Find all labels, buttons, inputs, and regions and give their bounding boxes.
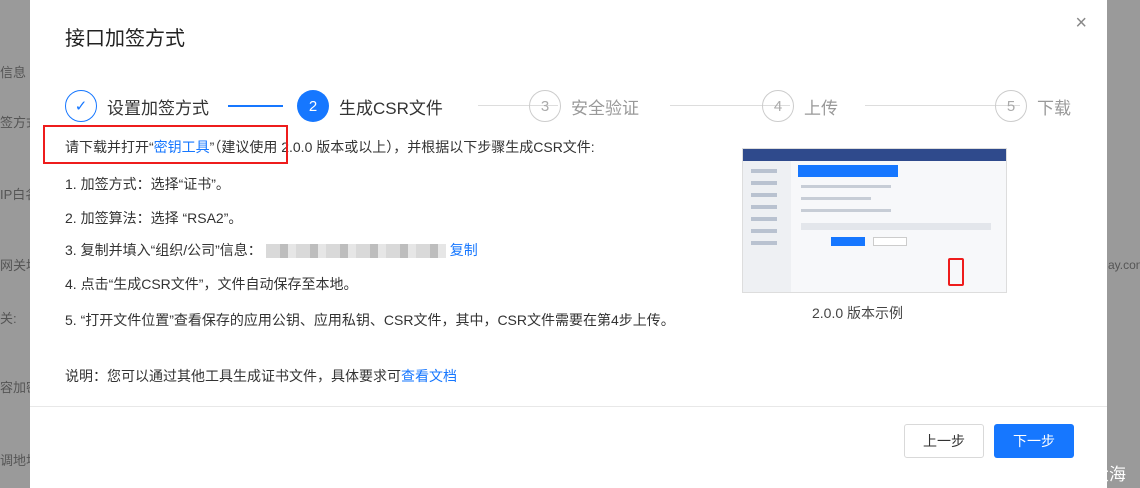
close-icon[interactable]: × [1075,12,1087,35]
step-label: 设置加签方式 [107,98,209,118]
instruction-1: 1. 加签方式：选择“证书”。 [65,176,230,192]
highlight-box [948,258,964,286]
watermark: CSDN @亚历山大海 [970,465,1126,484]
step-number: 2 [297,90,329,122]
instruction-2: 2. 加签算法：选择 “RSA2”。 [65,210,243,226]
step-2: 2 生成CSR文件 [297,88,443,124]
instruction-5: 5. “打开文件位置”查看保存的应用公钥、应用私钥、CSR文件，其中，CSR文件… [65,312,675,328]
instruction-3-text: 3. 复制并填入“组织/公司”信息： [65,242,262,258]
preview-titlebar [743,149,1006,161]
background-page-left: 信息 签方式 IP白名 网关地 关: 容加密 调地址 [0,0,39,488]
preview-text-line [801,197,871,200]
note-prefix: 说明：您可以通过其他工具生成证书文件，具体要求可 [65,368,401,384]
instruction-3: 3. 复制并填入“组织/公司”信息： 复制 [65,240,478,260]
previous-step-button[interactable]: 上一步 [904,424,984,458]
preview-caption: 2.0.0 版本示例 [812,305,904,321]
step-number: 5 [995,90,1027,122]
sign-method-dialog: 接口加签方式 × ✓ 设置加签方式 2 生成CSR文件 3 安全验证 4 上传 … [30,0,1107,488]
copy-link[interactable]: 复制 [450,242,478,258]
preview-button [831,237,865,246]
preview-text-line [801,209,891,212]
step-label: 下载 [1037,98,1071,118]
step-label: 上传 [804,98,838,118]
bg-fragment: ay.con [1108,258,1140,272]
step-3: 3 安全验证 [529,88,639,124]
footer-divider [30,406,1107,407]
preview-tab [798,165,898,177]
step-5: 5 下载 [995,88,1071,124]
bg-fragment: 信息 [0,65,27,80]
next-step-button[interactable]: 下一步 [994,424,1074,458]
view-docs-link[interactable]: 查看文档 [401,368,457,384]
preview-button [873,237,907,246]
preview-input [801,223,991,230]
step-1: ✓ 设置加签方式 [65,88,209,124]
note-text: 说明：您可以通过其他工具生成证书文件，具体要求可查看文档 [65,366,457,386]
step-number: 3 [529,90,561,122]
stepper: ✓ 设置加签方式 2 生成CSR文件 3 安全验证 4 上传 5 下载 [65,88,1085,124]
background-page-right: ay.con [1106,0,1140,488]
check-icon: ✓ [65,90,97,122]
dialog-title: 接口加签方式 [65,28,185,50]
preview-text-line [801,185,891,188]
step-connector [228,105,283,107]
tool-screenshot-preview [742,148,1007,293]
instruction-4: 4. 点击“生成CSR文件”，文件自动保存至本地。 [65,276,358,292]
step-number: 4 [762,90,794,122]
highlight-box [43,125,288,164]
step-4: 4 上传 [762,88,838,124]
bg-fragment: 关: [0,311,17,326]
preview-sidebar [743,161,791,292]
redacted-org-info [265,244,446,259]
step-label: 安全验证 [571,98,639,118]
step-label: 生成CSR文件 [339,98,443,118]
